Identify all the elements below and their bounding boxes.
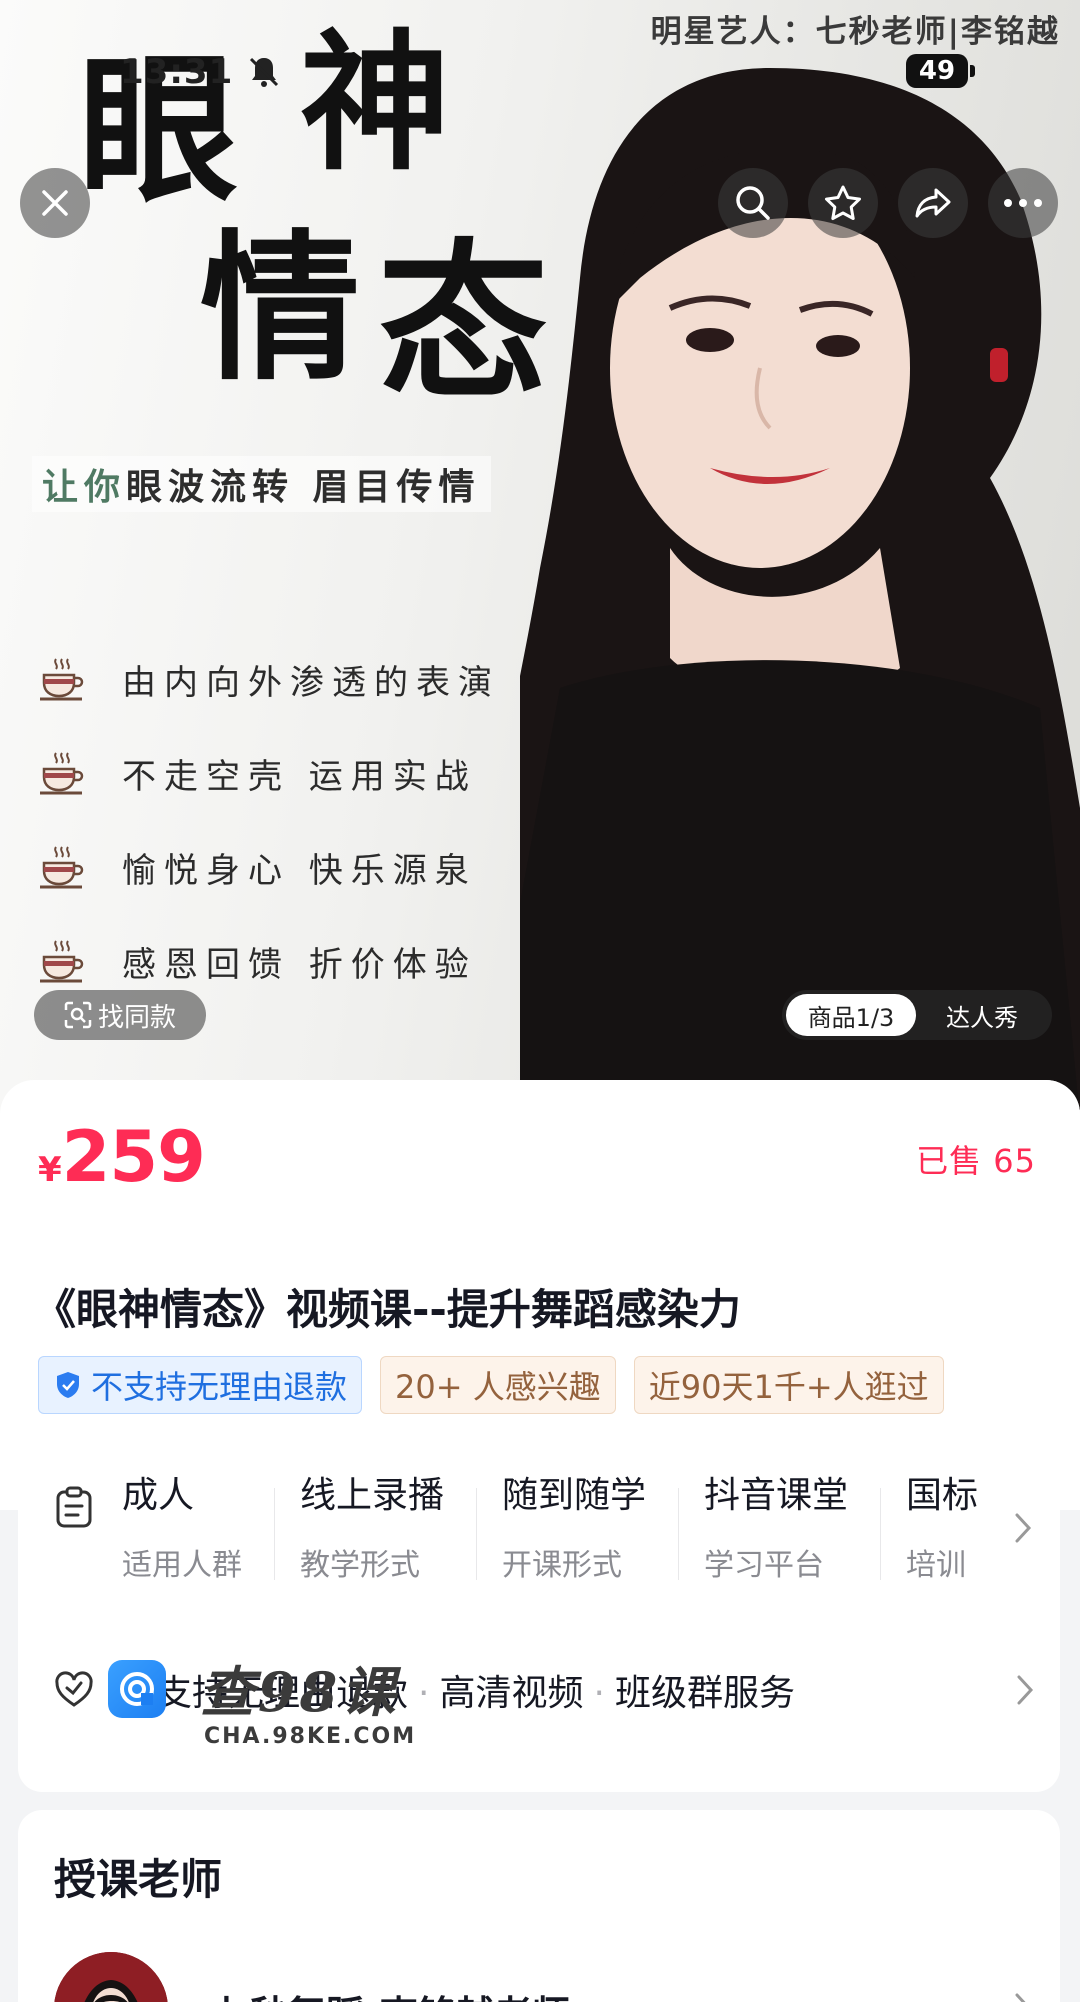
service-item: 高清视频 bbox=[439, 1673, 584, 1714]
attribute-value: 随到随学 bbox=[502, 1475, 647, 1516]
tea-cup-icon bbox=[40, 658, 84, 701]
heart-check-icon bbox=[55, 1671, 93, 1707]
poster-feature-text: 愉悦身心 快乐源泉 bbox=[122, 850, 477, 891]
price: ¥259 bbox=[38, 1116, 206, 1198]
attribute-key: 培训 bbox=[906, 1548, 966, 1583]
poster-feature-list: 由内向外渗透的表演 不走空壳 运用实战 愉悦身心 快乐源泉 感恩回馈 折价体验 bbox=[38, 632, 500, 1008]
divider bbox=[678, 1488, 679, 1580]
interest-tag: 20+ 人感兴趣 bbox=[380, 1356, 616, 1414]
clipboard-icon bbox=[56, 1486, 92, 1528]
attribute-key: 适用人群 bbox=[122, 1548, 242, 1583]
teacher-avatar bbox=[54, 1952, 168, 2002]
status-time: 13:31 bbox=[120, 52, 234, 92]
watermark-logo-icon bbox=[108, 1660, 166, 1718]
attribute-key: 学习平台 bbox=[704, 1548, 824, 1583]
share-icon bbox=[915, 188, 951, 218]
poster-artist-line: 明星艺人：七秒老师|李铭越 bbox=[650, 14, 1060, 50]
attribute-item: 成人 适用人群 bbox=[122, 1466, 242, 1596]
poster-feature: 由内向外渗透的表演 bbox=[38, 632, 500, 726]
poster-title-char: 情 bbox=[200, 214, 361, 402]
poster-slogan-highlight: 让你 bbox=[42, 467, 127, 508]
share-button[interactable] bbox=[898, 168, 968, 238]
find-similar-button[interactable]: 找同款 bbox=[34, 990, 206, 1040]
shield-icon bbox=[57, 1372, 79, 1398]
poster-title-char: 神 bbox=[300, 15, 451, 191]
tag-row: 不支持无理由退款 20+ 人感兴趣 近90天1千+人逛过 bbox=[38, 1356, 944, 1414]
chevron-right-icon bbox=[1015, 1513, 1032, 1543]
attribute-value: 国标 bbox=[906, 1475, 979, 1516]
attribute-more[interactable] bbox=[1008, 1508, 1038, 1548]
tea-cup-icon bbox=[40, 846, 84, 889]
price-value: 259 bbox=[61, 1116, 206, 1198]
attribute-item: 随到随学 开课形式 bbox=[502, 1466, 646, 1596]
site-watermark: 查98课 CHA.98KE.COM bbox=[108, 1654, 428, 1764]
attribute-item: 线上录播 教学形式 bbox=[300, 1466, 444, 1596]
favorite-button[interactable] bbox=[808, 168, 878, 238]
watermark-url: CHA.98KE.COM bbox=[204, 1724, 417, 1749]
tab-creator-show[interactable]: 达人秀 bbox=[916, 998, 1048, 1033]
chevron-right-icon bbox=[1017, 1675, 1034, 1705]
close-icon bbox=[42, 190, 68, 216]
refund-policy-text: 不支持无理由退款 bbox=[91, 1368, 348, 1406]
service-item: 班级群服务 bbox=[614, 1673, 795, 1714]
product-poster: 明星艺人：七秒老师|李铭越 眼 神 情 态 让你眼波流转 眉目传情 由内向外渗透… bbox=[0, 0, 1080, 1110]
refund-policy-tag[interactable]: 不支持无理由退款 bbox=[38, 1356, 363, 1414]
section-title: 授课老师 bbox=[54, 1855, 223, 1904]
tab-product-images[interactable]: 商品1/3 bbox=[786, 994, 916, 1036]
divider bbox=[476, 1488, 477, 1580]
find-similar-label: 找同款 bbox=[97, 1002, 176, 1033]
media-switch: 商品1/3 达人秀 bbox=[782, 990, 1052, 1040]
battery-indicator: 49 bbox=[906, 54, 975, 88]
visits-tag: 近90天1千+人逛过 bbox=[633, 1356, 944, 1414]
close-button[interactable] bbox=[20, 168, 90, 238]
attribute-item: 国标 培训 bbox=[906, 1466, 988, 1596]
product-info-sheet: ¥259 已售 65 《眼神情态》视频课--提升舞蹈感染力 不支持无理由退款 2… bbox=[0, 1080, 1080, 2002]
poster-slogan: 让你眼波流转 眉目传情 bbox=[32, 456, 491, 512]
attribute-key: 教学形式 bbox=[300, 1548, 420, 1583]
tea-cup-icon bbox=[40, 752, 84, 795]
poster-feature: 愉悦身心 快乐源泉 bbox=[38, 820, 500, 914]
attribute-value: 线上录播 bbox=[300, 1475, 445, 1516]
star-icon bbox=[825, 185, 861, 220]
product-title: 《眼神情态》视频课--提升舞蹈感染力 bbox=[34, 1285, 741, 1334]
sold-count: 已售 65 bbox=[916, 1142, 1036, 1180]
divider bbox=[274, 1488, 275, 1580]
attribute-row[interactable]: 成人 适用人群 线上录播 教学形式 随到随学 开课形式 抖音课堂 学习平台 国标… bbox=[18, 1466, 1060, 1596]
product-page: 明星艺人：七秒老师|李铭越 眼 神 情 态 让你眼波流转 眉目传情 由内向外渗透… bbox=[0, 0, 1080, 2002]
currency-symbol: ¥ bbox=[38, 1150, 62, 1190]
tea-cup-icon bbox=[40, 940, 84, 983]
watermark-text: 查98课 bbox=[200, 1660, 400, 1724]
poster-slogan-text: 眼波流转 眉目传情 bbox=[126, 467, 481, 508]
more-dots-icon bbox=[1004, 199, 1042, 207]
poster-feature: 不走空壳 运用实战 bbox=[38, 726, 500, 820]
attribute-item: 抖音课堂 学习平台 bbox=[704, 1466, 848, 1596]
teacher-card: 授课老师 七秒舞蹈-李铭越老师 bbox=[18, 1810, 1060, 2002]
scan-icon bbox=[64, 1001, 92, 1029]
attribute-value: 抖音课堂 bbox=[704, 1475, 849, 1516]
poster-feature-text: 不走空壳 运用实战 bbox=[122, 756, 477, 797]
teacher-row[interactable]: 七秒舞蹈-李铭越老师 bbox=[54, 1952, 1034, 2002]
poster-feature-text: 由内向外渗透的表演 bbox=[122, 662, 500, 703]
more-button[interactable] bbox=[988, 168, 1058, 238]
price-row: ¥259 已售 65 bbox=[0, 1080, 1080, 1250]
poster-feature-text: 感恩回馈 折价体验 bbox=[122, 944, 477, 985]
attribute-value: 成人 bbox=[122, 1475, 195, 1516]
search-button[interactable] bbox=[718, 168, 788, 238]
search-icon bbox=[736, 186, 770, 220]
divider bbox=[880, 1488, 881, 1580]
product-image-carousel[interactable]: 明星艺人：七秒老师|李铭越 眼 神 情 态 让你眼波流转 眉目传情 由内向外渗透… bbox=[0, 0, 1080, 1110]
attribute-key: 开课形式 bbox=[502, 1548, 622, 1583]
bell-mute-icon bbox=[249, 57, 279, 87]
chevron-right-icon bbox=[1015, 1993, 1026, 2002]
teacher-name: 七秒舞蹈-李铭越老师 bbox=[212, 1984, 570, 2002]
service-separator: · bbox=[593, 1673, 605, 1714]
